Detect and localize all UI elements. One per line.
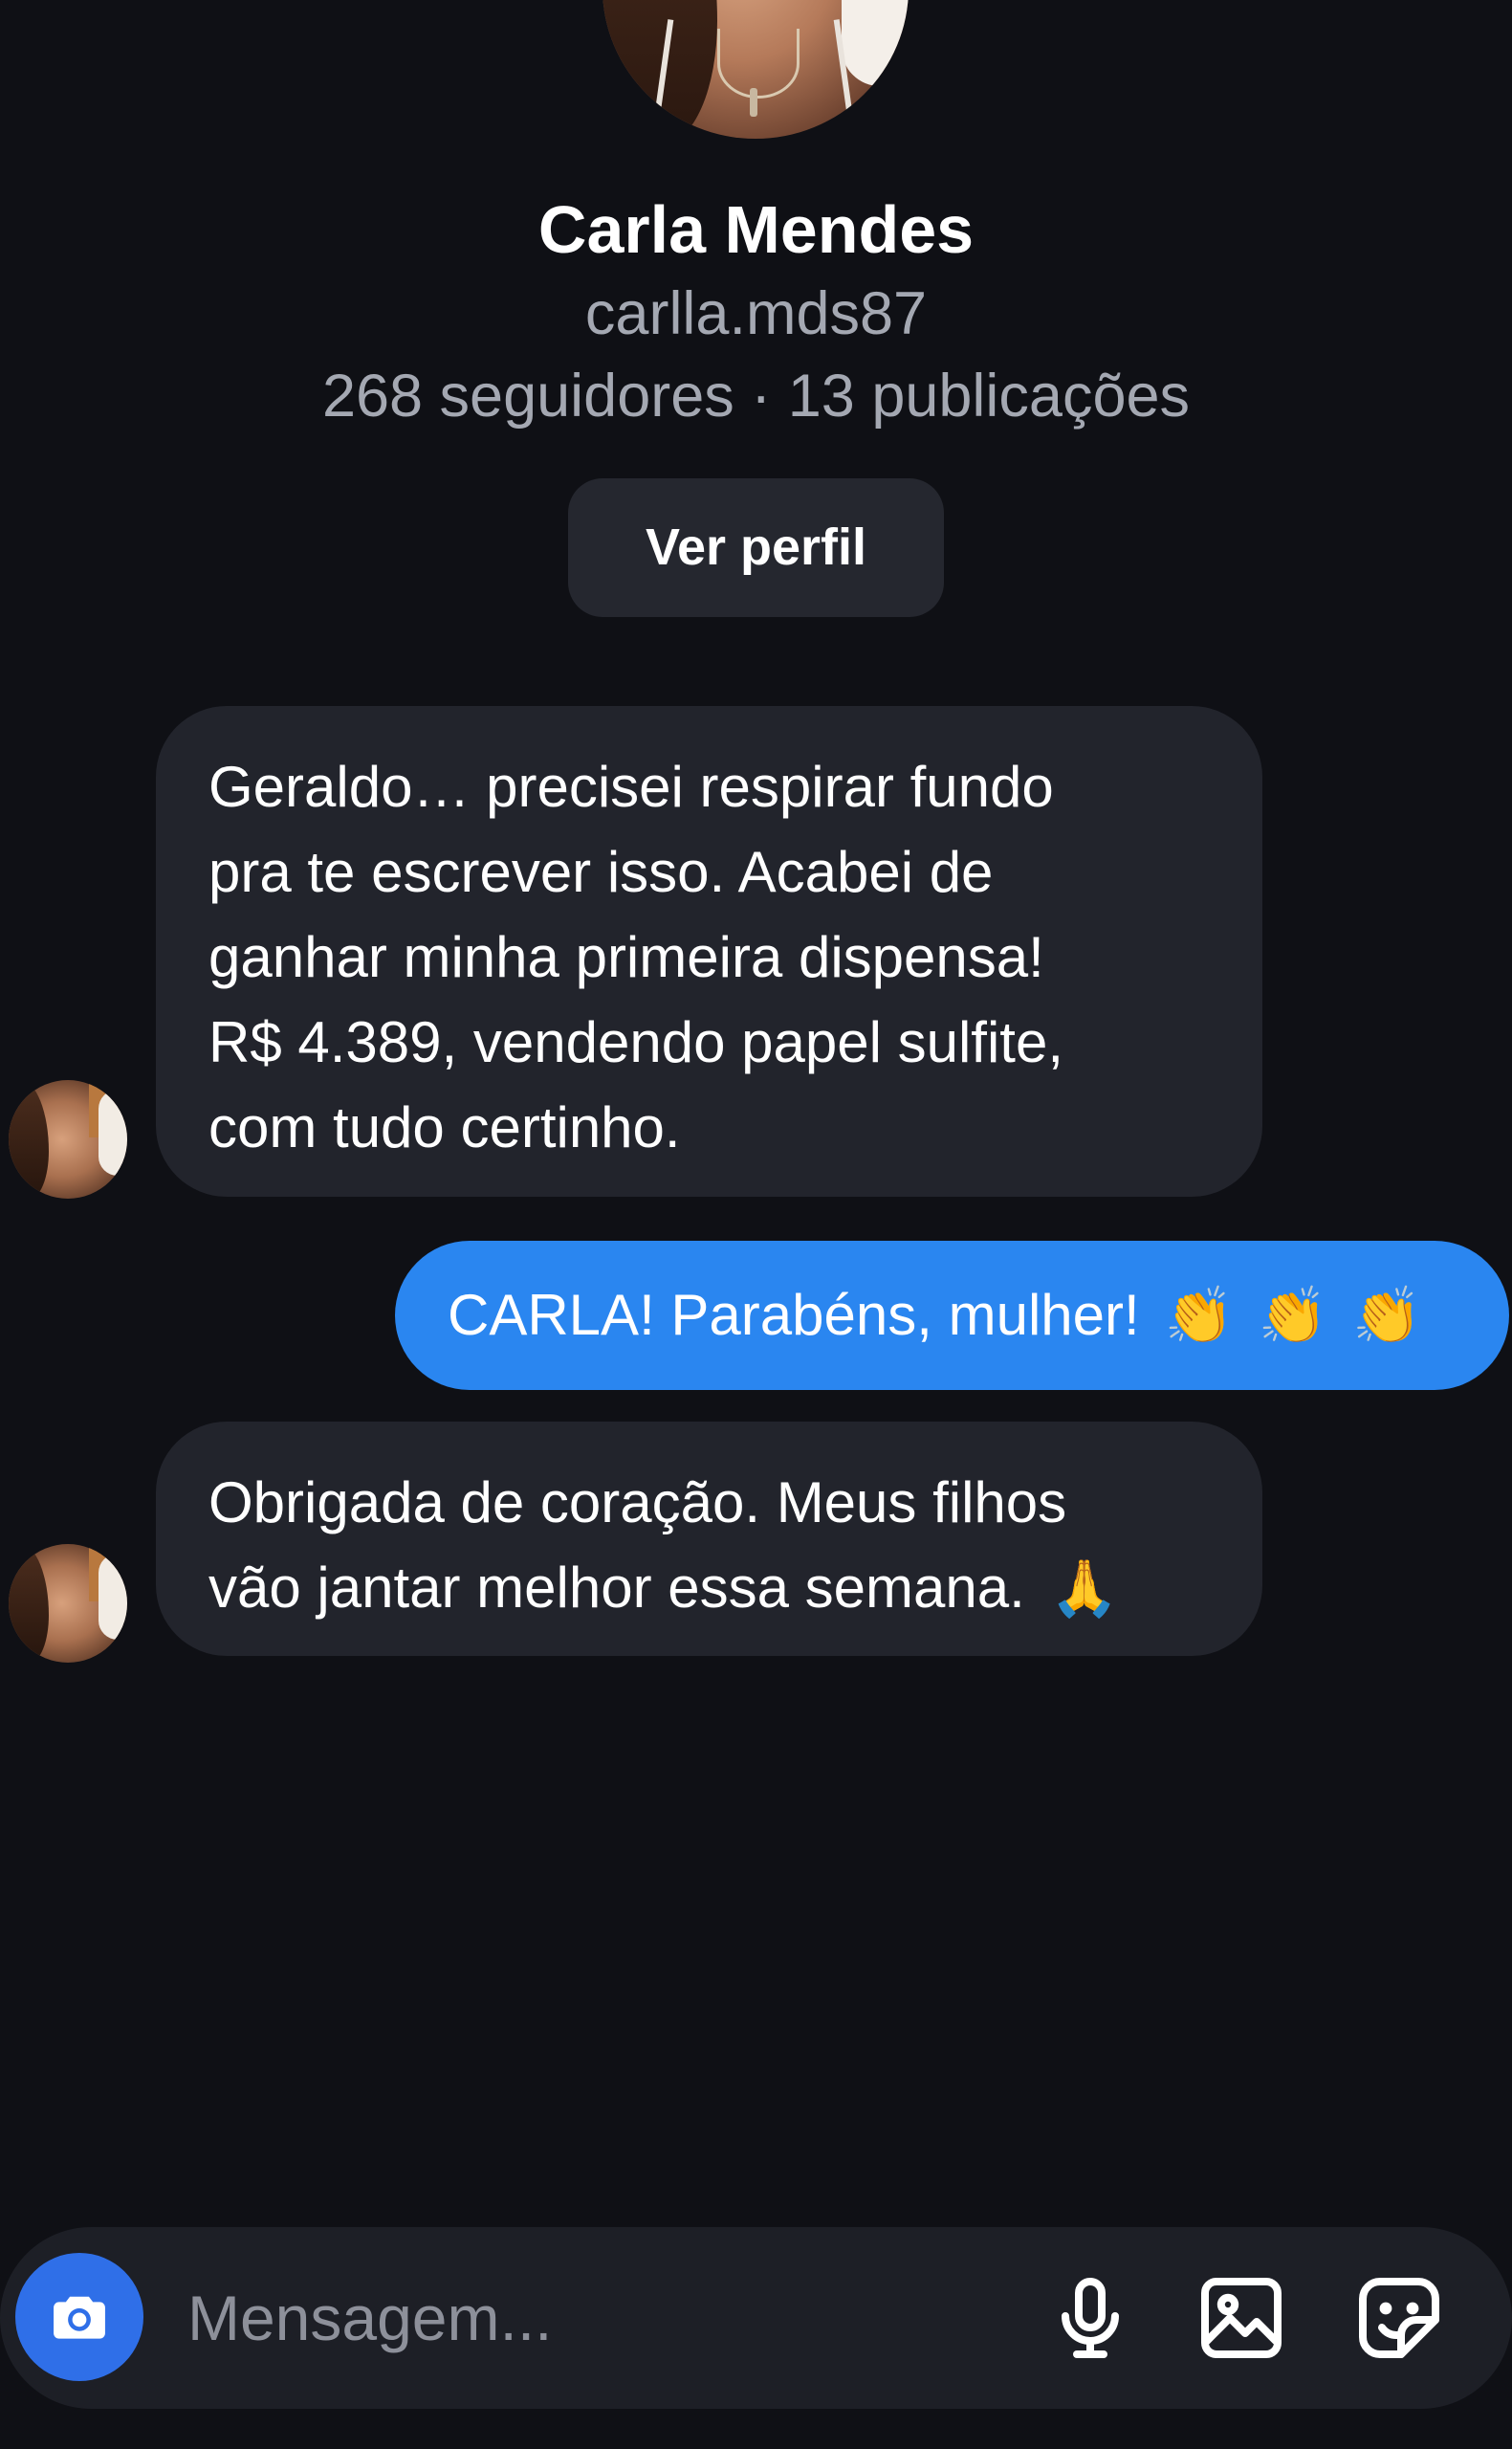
sender-avatar[interactable] — [9, 1544, 127, 1663]
message-bubble-incoming[interactable]: Geraldo… precisei respirar fundo pra te … — [156, 706, 1262, 1197]
profile-username: carlla.mds87 — [584, 280, 928, 347]
message-line: vão jantar melhor essa semana. — [208, 1555, 1025, 1620]
message-line: ganhar minha primeira dispensa! — [208, 925, 1044, 989]
profile-stats: 268 seguidores · 13 publicações — [321, 363, 1191, 430]
message-line: Geraldo… precisei respirar fundo — [208, 755, 1054, 819]
clapping-hands-icon: 👏 — [1258, 1283, 1328, 1348]
folded-hands-icon: 🙏 — [1049, 1555, 1119, 1621]
message-text: CARLA! Parabéns, mulher! — [448, 1283, 1140, 1347]
profile-name: Carla Mendes — [537, 192, 975, 267]
view-profile-button[interactable]: Ver perfil — [568, 478, 944, 617]
message-composer — [0, 2227, 1512, 2409]
message-line: R$ 4.389, vendendo papel sulfite, — [208, 1010, 1063, 1074]
profile-avatar[interactable] — [603, 0, 909, 139]
microphone-icon[interactable] — [1044, 2272, 1136, 2364]
message-line: com tudo certinho. — [208, 1095, 681, 1159]
camera-icon — [54, 2296, 105, 2339]
message-bubble-outgoing[interactable]: CARLA! Parabéns, mulher! 👏 👏 👏 — [395, 1241, 1509, 1390]
message-input[interactable] — [187, 2265, 972, 2371]
sender-avatar[interactable] — [9, 1080, 127, 1199]
clapping-hands-icon: 👏 — [1164, 1283, 1234, 1348]
message-bubble-incoming[interactable]: Obrigada de coração. Meus filhos vão jan… — [156, 1422, 1262, 1656]
message-line: Obrigada de coração. Meus filhos — [208, 1470, 1067, 1534]
sticker-icon[interactable] — [1353, 2272, 1445, 2364]
message-line: pra te escrever isso. Acabei de — [208, 840, 994, 904]
gallery-icon[interactable] — [1195, 2272, 1287, 2364]
clapping-hands-icon: 👏 — [1352, 1283, 1422, 1348]
camera-button[interactable] — [15, 2253, 143, 2381]
